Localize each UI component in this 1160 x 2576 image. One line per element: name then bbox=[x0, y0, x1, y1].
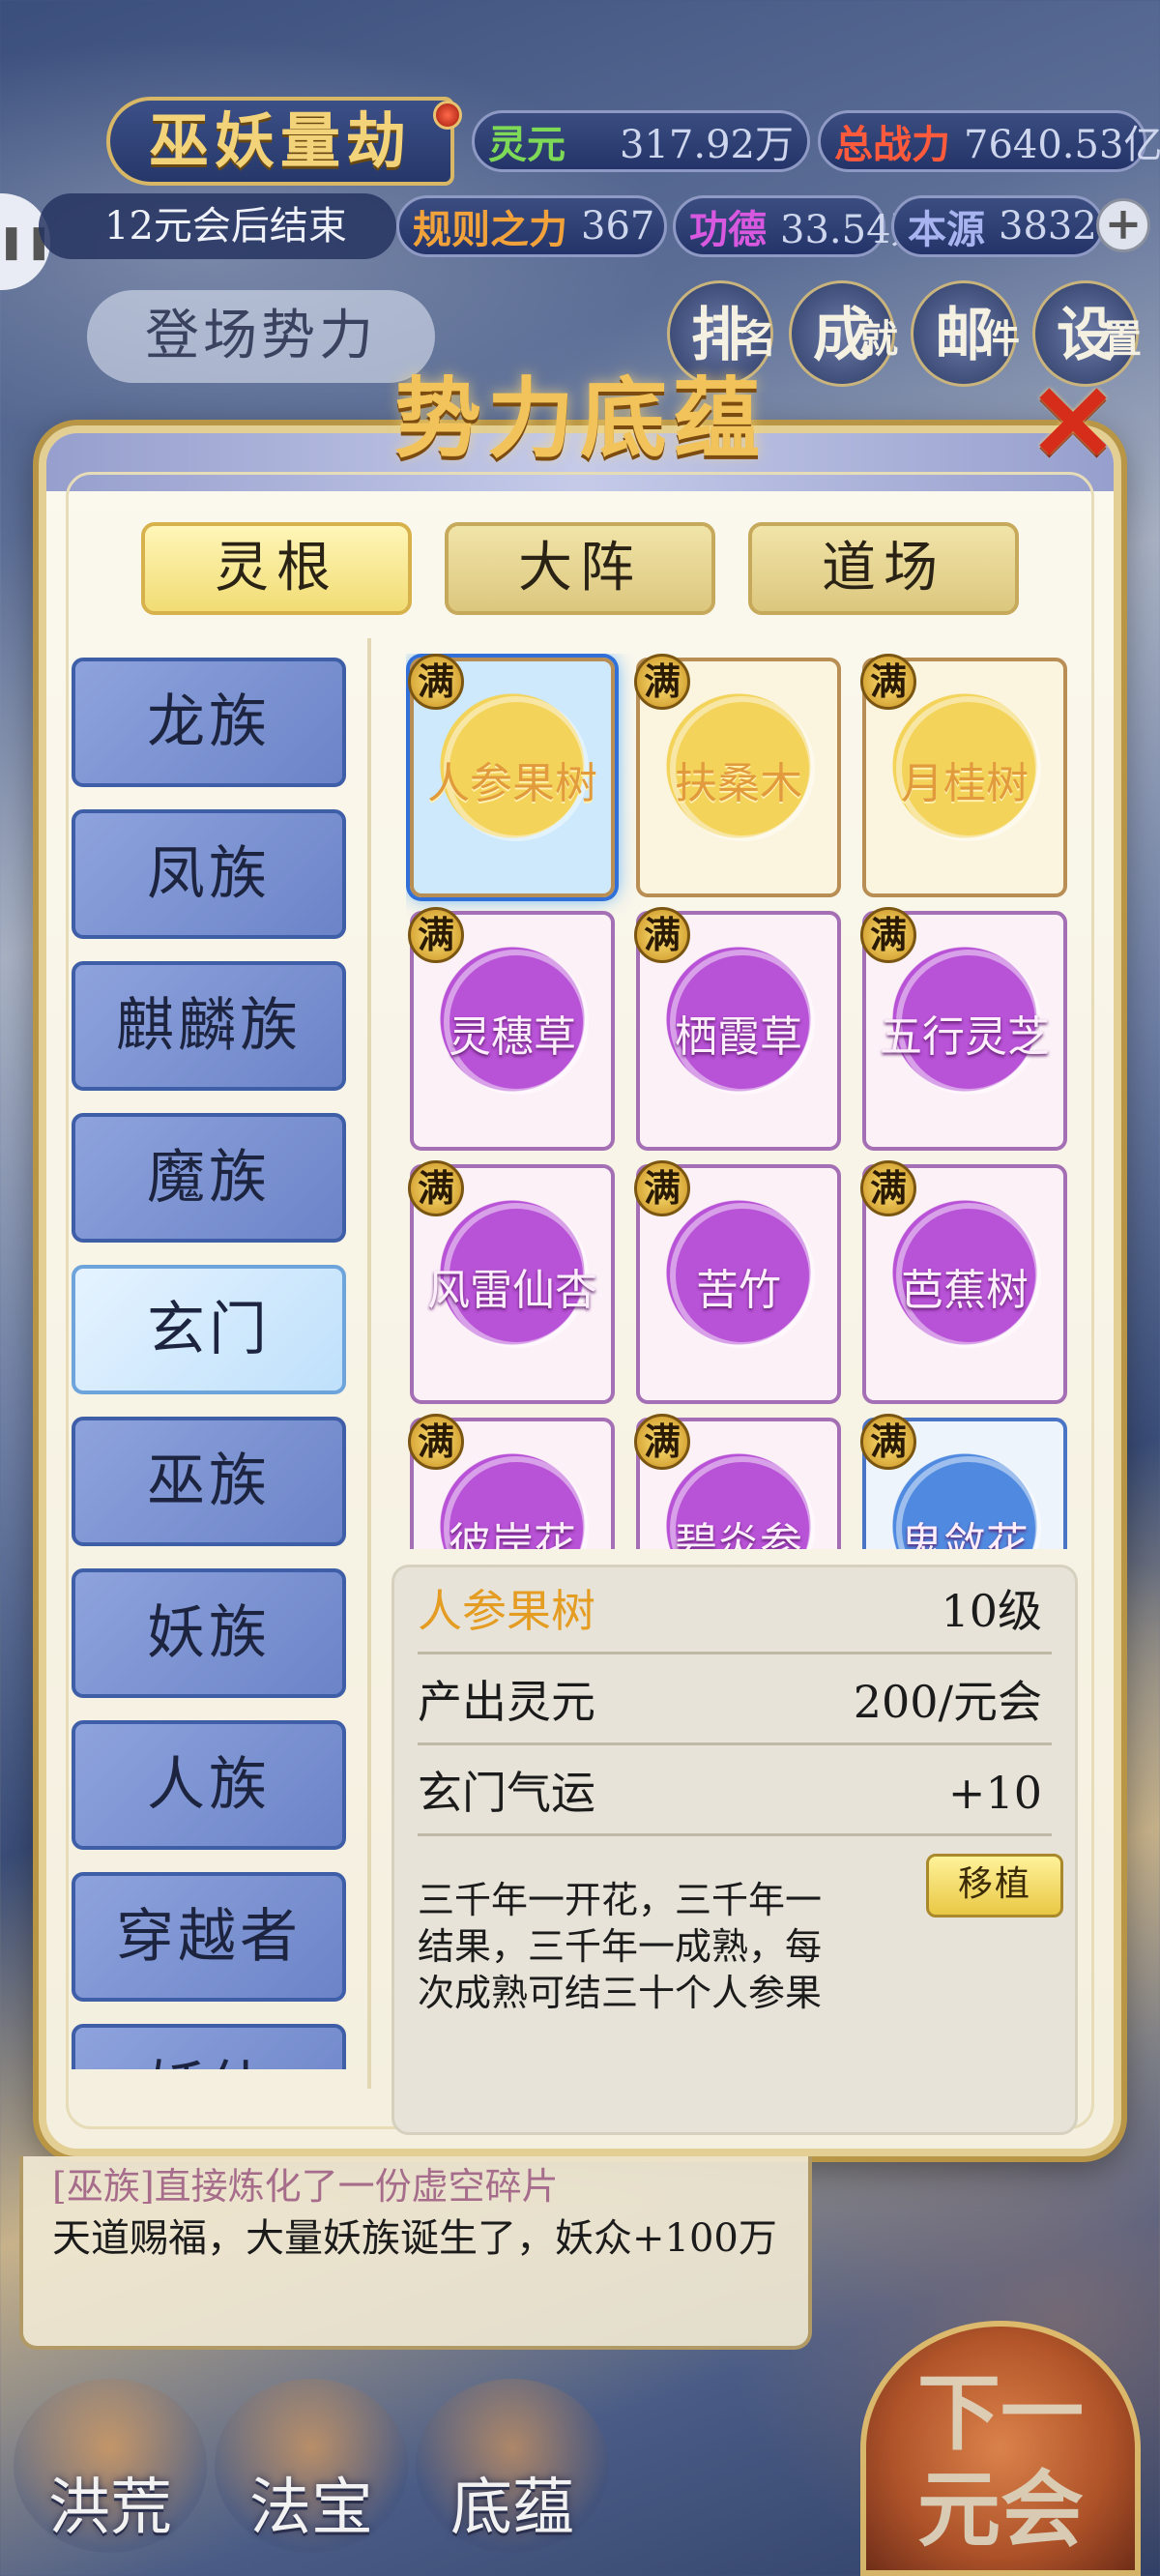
item-name: 鬼敛花 bbox=[901, 1519, 1029, 1549]
faction-item-yao[interactable]: 妖族 bbox=[72, 1568, 346, 1698]
item-name: 五行灵芝 bbox=[880, 1012, 1050, 1062]
item-name: 芭蕉树 bbox=[901, 1266, 1029, 1315]
nav-label: 法宝 bbox=[249, 2473, 373, 2544]
panel-divider bbox=[367, 638, 371, 2089]
tab-dojo[interactable]: 道场 bbox=[748, 522, 1019, 615]
add-resource-button[interactable]: + bbox=[1096, 198, 1150, 252]
item-card[interactable]: 五行灵芝 满 bbox=[860, 907, 1067, 1151]
item-card[interactable]: 栖霞草 满 bbox=[634, 907, 841, 1151]
resource-value: 367 bbox=[581, 204, 655, 249]
item-name: 彼岸花 bbox=[449, 1519, 576, 1549]
faction-item-demon[interactable]: 魔族 bbox=[72, 1113, 346, 1243]
faction-item-qilin[interactable]: 麒麟族 bbox=[72, 961, 346, 1091]
faction-item-wu[interactable]: 巫族 bbox=[72, 1417, 346, 1546]
achievements-button[interactable]: 成就 bbox=[789, 280, 898, 387]
max-badge: 满 bbox=[408, 1160, 464, 1216]
end-countdown: 12元会后结束 bbox=[39, 193, 396, 259]
max-badge: 满 bbox=[634, 654, 690, 710]
detail-level: 10级 bbox=[941, 1585, 1042, 1637]
detail-output-label: 产出灵元 bbox=[418, 1676, 595, 1728]
item-card[interactable]: 彼岸花 满 bbox=[408, 1414, 615, 1549]
faction-item-human[interactable]: 人族 bbox=[72, 1720, 346, 1850]
resource-label: 功德 bbox=[689, 207, 767, 252]
resource-value: 7640.53亿 bbox=[964, 123, 1160, 167]
nav-label: 洪荒 bbox=[48, 2473, 172, 2544]
detail-description: 三千年一开花，三千年一结果，三千年一成熟，每次成熟可结三十个人参果 bbox=[418, 1879, 823, 2014]
mail-button[interactable]: 邮件 bbox=[911, 280, 1020, 387]
item-name: 苦竹 bbox=[696, 1266, 781, 1315]
max-badge: 满 bbox=[408, 654, 464, 710]
faction-item-phoenix[interactable]: 凤族 bbox=[72, 809, 346, 939]
detail-luck-row: 玄门气运 +10 bbox=[418, 1749, 1052, 1836]
detail-output-value: 200/元会 bbox=[853, 1676, 1042, 1728]
resource-rule-power: 规则之力 367 bbox=[396, 195, 667, 257]
max-badge: 满 bbox=[634, 907, 690, 963]
max-badge: 满 bbox=[860, 907, 916, 963]
max-badge: 满 bbox=[860, 1160, 916, 1216]
item-name: 人参果树 bbox=[427, 759, 597, 808]
max-badge: 满 bbox=[408, 907, 464, 963]
resource-label: 本源 bbox=[908, 207, 985, 252]
item-card[interactable]: 灵穗草 满 bbox=[408, 907, 615, 1151]
item-name: 栖霞草 bbox=[675, 1012, 802, 1062]
item-card[interactable]: 碧炎参 满 bbox=[634, 1414, 841, 1549]
item-card[interactable]: 苦竹 满 bbox=[634, 1160, 841, 1404]
event-title: 巫妖量劫 bbox=[106, 97, 454, 186]
log-entry: 天道赐福，大量妖族诞生了，妖众+100万 bbox=[52, 2216, 777, 2261]
event-log: [巫族]直接炼化了一份虚空碎片 天道赐福，大量妖族诞生了，妖众+100万 bbox=[19, 2156, 812, 2350]
nav-heritage-button[interactable]: 底蕴 bbox=[416, 2379, 609, 2553]
item-card[interactable]: 芭蕉树 满 bbox=[860, 1160, 1067, 1404]
item-card[interactable]: 风雷仙杏 满 bbox=[408, 1160, 615, 1404]
item-detail-panel: 人参果树 10级 产出灵元 200/元会 玄门气运 +10 三千年一开花，三千年… bbox=[392, 1565, 1078, 2135]
item-card[interactable]: 扶桑木 满 bbox=[634, 654, 841, 897]
item-name: 扶桑木 bbox=[675, 759, 802, 808]
nav-treasure-button[interactable]: 法宝 bbox=[215, 2379, 408, 2553]
item-name: 风雷仙杏 bbox=[427, 1266, 597, 1315]
resource-label: 灵元 bbox=[488, 122, 566, 167]
detail-name: 人参果树 bbox=[418, 1585, 595, 1637]
max-badge: 满 bbox=[634, 1160, 690, 1216]
resource-value: 317.92万 bbox=[620, 123, 794, 167]
nav-label: 底蕴 bbox=[450, 2473, 574, 2544]
log-entry: [巫族]直接炼化了一份虚空碎片 bbox=[52, 2165, 559, 2208]
detail-luck-label: 玄门气运 bbox=[418, 1767, 595, 1819]
max-badge: 满 bbox=[860, 1414, 916, 1470]
faction-item-xuanmen[interactable]: 玄门 bbox=[72, 1265, 346, 1394]
max-badge: 满 bbox=[634, 1414, 690, 1470]
close-icon[interactable]: ✕ bbox=[1025, 370, 1121, 477]
resource-merit: 功德 33.54万 bbox=[673, 195, 930, 257]
resource-label: 总战力 bbox=[834, 122, 950, 167]
detail-luck-value: +10 bbox=[947, 1767, 1042, 1819]
nav-honghuang-button[interactable]: 洪荒 bbox=[14, 2379, 207, 2553]
max-badge: 满 bbox=[860, 654, 916, 710]
next-era-button[interactable]: 下一 元会 bbox=[860, 2321, 1141, 2576]
faction-item-dragon[interactable]: 龙族 bbox=[72, 658, 346, 787]
max-badge: 满 bbox=[408, 1414, 464, 1470]
resource-label: 规则之力 bbox=[413, 207, 567, 252]
tab-formation[interactable]: 大阵 bbox=[445, 522, 715, 615]
spirit-root-grid[interactable]: 人参果树 满 扶桑木 满 月桂树 满 灵穗草 满 栖霞草 满 五行灵芝 满 风雷… bbox=[406, 654, 1067, 1549]
mail-sub-label: 件 bbox=[981, 316, 1020, 362]
item-name: 灵穗草 bbox=[449, 1012, 576, 1062]
resource-origin: 本源 3832 bbox=[891, 195, 1104, 257]
item-card[interactable]: 月桂树 满 bbox=[860, 654, 1067, 897]
achievements-sub-label: 就 bbox=[859, 316, 898, 362]
modal-title: 势力底蕴 bbox=[394, 367, 766, 470]
item-name: 碧炎参 bbox=[675, 1519, 802, 1549]
resource-value: 3832 bbox=[999, 204, 1097, 249]
faction-list[interactable]: 龙族 凤族 麒麟族 魔族 玄门 巫族 妖族 人族 穿越者 妖仙 bbox=[72, 658, 346, 2069]
notification-dot bbox=[433, 101, 462, 130]
item-name: 月桂树 bbox=[901, 759, 1029, 808]
tab-spirit-root[interactable]: 灵根 bbox=[141, 522, 412, 615]
next-era-label: 下一 元会 bbox=[917, 2364, 1084, 2559]
transplant-button[interactable]: 移植 bbox=[926, 1854, 1063, 1917]
item-card[interactable]: 鬼敛花 满 bbox=[860, 1414, 1067, 1549]
faction-item-traveler[interactable]: 穿越者 bbox=[72, 1872, 346, 2002]
resource-lingyuan: 灵元 317.92万 bbox=[472, 110, 810, 172]
detail-name-row: 人参果树 10级 bbox=[418, 1567, 1052, 1654]
detail-output-row: 产出灵元 200/元会 bbox=[418, 1658, 1052, 1745]
item-card[interactable]: 人参果树 满 bbox=[408, 654, 615, 897]
resource-total-power: 总战力 7640.53亿 bbox=[818, 110, 1160, 172]
faction-item-yaoxian[interactable]: 妖仙 bbox=[72, 2024, 346, 2069]
